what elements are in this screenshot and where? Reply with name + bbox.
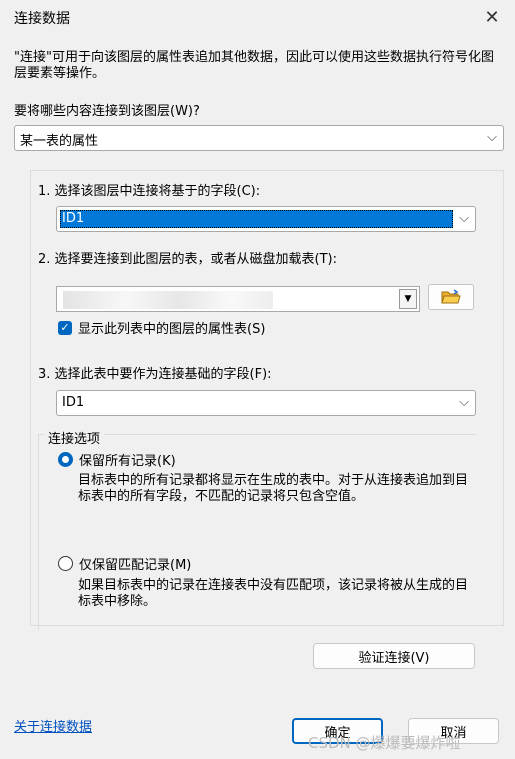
join-type-label: 要将哪些内容连接到该图层(W)? (14, 104, 200, 119)
target-field-dropdown[interactable]: ID1 ⌵ (56, 206, 476, 232)
chevron-down-icon: ⌵ (459, 211, 469, 226)
join-type-dropdown[interactable]: 某一表的属性 ⌵ (14, 125, 504, 151)
join-type-value: 某一表的属性 (20, 134, 99, 149)
validate-join-button[interactable]: 验证连接(V) (313, 643, 475, 669)
dialog-title: 连接数据 (14, 11, 70, 27)
keep-all-note: 目标表中的所有记录都将显示在生成的表中。对于从连接表追加到目标表中的所有字段，不… (78, 473, 469, 504)
keep-all-label: 保留所有记录(K) (79, 454, 176, 469)
step1-label: 1. 选择该图层中连接将基于的字段(C): (38, 184, 261, 199)
join-options-legend: 连接选项 (44, 428, 105, 447)
step3-label: 3. 选择此表中要作为连接基础的字段(F): (38, 367, 272, 382)
chevron-down-icon: ⌵ (459, 395, 469, 410)
join-field-dropdown[interactable]: ID1 ⌵ (56, 390, 476, 416)
folder-open-icon (441, 289, 461, 304)
keep-all-radio[interactable] (58, 452, 73, 467)
load-from-disk-button[interactable] (428, 284, 474, 310)
step2-label: 2. 选择要连接到此图层的表，或者从磁盘加载表(T): (38, 252, 338, 267)
target-field-value: ID1 (62, 211, 85, 226)
about-join-link[interactable]: 关于连接数据 (14, 716, 92, 735)
close-icon: ✕ (484, 6, 500, 28)
keep-matching-radio-row[interactable]: 仅保留匹配记录(M) (58, 554, 191, 573)
selection-highlight (60, 210, 453, 228)
check-icon: ✓ (60, 321, 70, 334)
redacted-table-name (63, 291, 273, 309)
show-layers-checkbox-label: 显示此列表中的图层的属性表(S) (78, 322, 266, 337)
close-button[interactable]: ✕ (469, 0, 515, 34)
keep-matching-label: 仅保留匹配记录(M) (79, 558, 192, 573)
show-layers-checkbox[interactable]: ✓ (58, 320, 72, 335)
dropdown-arrow-button[interactable]: ▼ (399, 289, 417, 309)
show-layers-checkbox-row[interactable]: ✓ 显示此列表中的图层的属性表(S) (58, 318, 265, 337)
watermark: CSDN @爆爆要爆炸啦 (308, 734, 461, 752)
join-field-value: ID1 (62, 395, 85, 410)
description-text: "连接"可用于向该图层的属性表追加其他数据，因此可以使用这些数据执行符号化图层要… (14, 50, 494, 81)
keep-matching-radio[interactable] (58, 556, 73, 571)
keep-matching-note: 如果目标表中的记录在连接表中没有匹配项，该记录将被从生成的目标表中移除。 (78, 578, 469, 609)
join-table-dropdown[interactable]: ▼ (56, 286, 420, 312)
keep-all-radio-row[interactable]: 保留所有记录(K) (58, 450, 176, 469)
chevron-down-icon: ⌵ (487, 130, 497, 145)
